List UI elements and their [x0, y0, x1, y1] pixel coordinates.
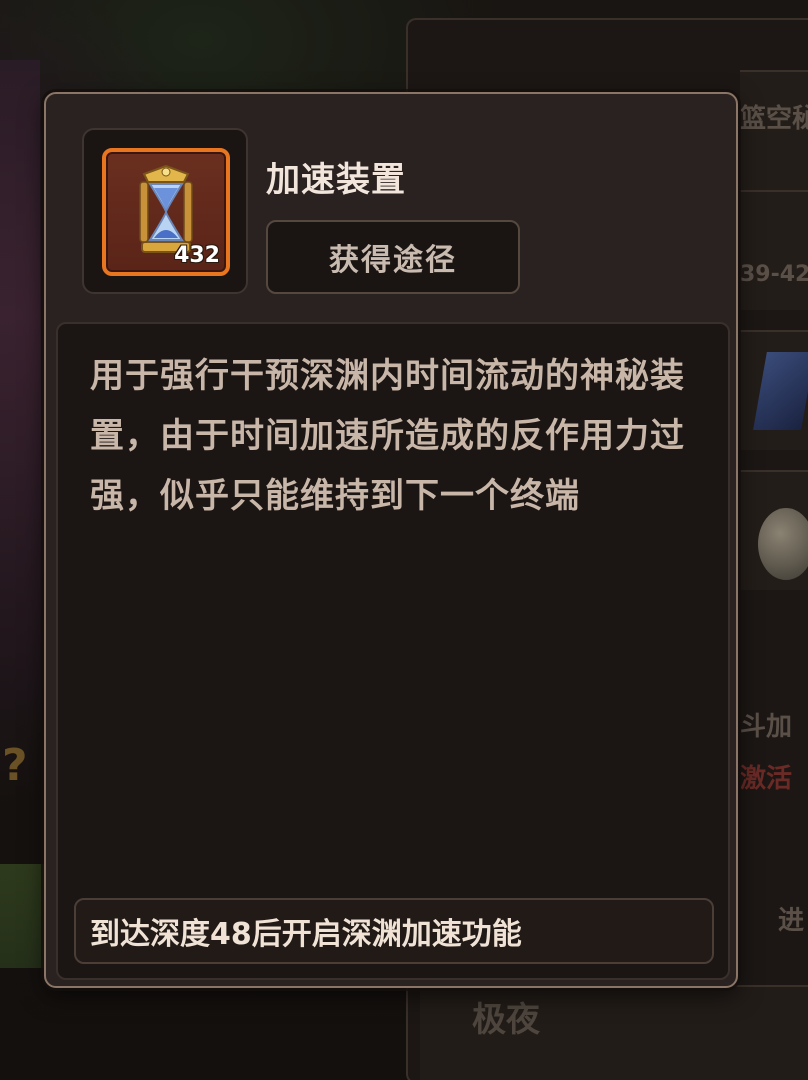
bottom-tile-label: 极夜	[472, 1000, 540, 1040]
level-range-fragment: 39-42	[740, 262, 808, 287]
item-icon-frame: 432	[82, 128, 248, 294]
item-description: 用于强行干预深渊内时间流动的神秘装置，由于时间加速所造成的反作用力过强，似乎只能…	[90, 356, 685, 516]
buff-label-fragment: 斗加	[740, 712, 793, 742]
item-icon-tile: 432	[102, 148, 230, 276]
item-tooltip: 432 加速装置 获得途径 用于强行干预深渊内时间流动的神秘装置，由于时间加速所…	[44, 92, 738, 988]
egg-icon	[758, 508, 808, 580]
description-box: 用于强行干预深渊内时间流动的神秘装置，由于时间加速所造成的反作用力过强，似乎只能…	[56, 322, 730, 980]
acquisition-source-button[interactable]: 获得途径	[266, 220, 520, 294]
activate-label-fragment: 激活	[740, 764, 793, 794]
unlock-condition-note: 到达深度48后开启深渊加速功能	[74, 898, 714, 964]
item-name: 加速装置	[266, 160, 406, 200]
list-item	[740, 190, 808, 310]
enter-button-fragment: 进	[778, 906, 805, 936]
item-count: 432	[174, 243, 220, 268]
help-question-icon: ?	[2, 740, 28, 791]
panel-title-fragment: 篮空秘	[740, 104, 808, 134]
character-portrait	[0, 60, 40, 700]
